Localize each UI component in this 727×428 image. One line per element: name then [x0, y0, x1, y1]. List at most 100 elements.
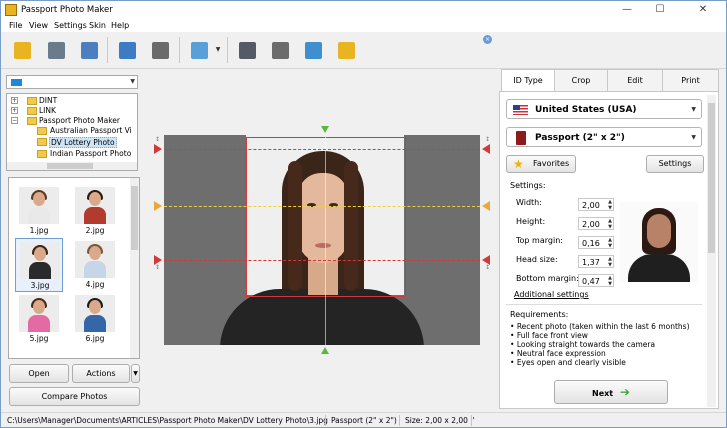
height-spinner[interactable]: 2,00 ▲ ▼ — [578, 217, 614, 230]
collapse-icon[interactable]: − — [11, 117, 18, 124]
scrollbar-thumb[interactable] — [47, 163, 93, 169]
tab-crop[interactable]: Crop — [554, 69, 608, 91]
menu-file[interactable]: File — [9, 21, 22, 30]
head-size-spinner[interactable]: 1,37 ▲ ▼ — [578, 255, 614, 268]
actions-button[interactable]: Actions — [72, 364, 130, 383]
photo-thumbnail[interactable]: 6.jpg — [71, 292, 119, 346]
open-button[interactable] — [7, 35, 36, 64]
close-button[interactable]: ✕ — [681, 1, 725, 20]
expand-icon[interactable]: + — [11, 107, 18, 114]
horizontal-scrollbar[interactable] — [7, 162, 137, 170]
open-photo-button[interactable]: Open — [9, 364, 69, 383]
compare-photos-button[interactable]: Compare Photos — [9, 387, 140, 406]
thumbnail-image — [75, 295, 115, 332]
tab-edit[interactable]: Edit — [607, 69, 663, 91]
resize-arrows-icon: ↕ — [485, 136, 491, 143]
bottom-center-marker-icon[interactable] — [321, 347, 329, 354]
menu-skin[interactable]: Skin — [89, 21, 106, 30]
thumbnail-image — [19, 295, 59, 332]
additional-settings-link[interactable]: Additional settings — [514, 290, 589, 299]
spinner-arrows-icon[interactable]: ▲ ▼ — [608, 218, 612, 230]
spinner-arrows-icon[interactable]: ▲ ▼ — [608, 256, 612, 268]
tree-item[interactable]: + LINK — [7, 106, 137, 116]
country-select[interactable]: United States (USA) ▼ — [506, 99, 702, 119]
save-button[interactable] — [41, 35, 70, 64]
status-divider — [471, 415, 472, 426]
photo-thumbnail[interactable]: 4.jpg — [71, 238, 119, 292]
center-guide-line — [325, 137, 326, 345]
spinner-arrows-icon[interactable]: ▲ ▼ — [608, 275, 612, 287]
image-edit-icon — [191, 42, 208, 59]
eye-marker-left-icon[interactable] — [154, 201, 162, 211]
image-edit-dropdown[interactable]: ▼ — [213, 35, 223, 64]
chin-guide-line — [164, 260, 480, 261]
actions-dropdown[interactable]: ▼ — [131, 364, 140, 383]
image-edit-button[interactable] — [184, 35, 213, 64]
photo-thumbnail[interactable]: 2.jpg — [71, 184, 119, 238]
top-margin-spinner[interactable]: 0,16 ▲ ▼ — [578, 236, 614, 249]
top-marker-right-icon[interactable] — [482, 144, 490, 154]
tree-item-label: LINK — [39, 106, 56, 115]
maximize-button[interactable]: ☐ — [646, 1, 674, 20]
scrollbar-thumb[interactable] — [131, 186, 138, 250]
help-button[interactable] — [232, 35, 261, 64]
website-button[interactable] — [298, 35, 327, 64]
vertical-scrollbar[interactable] — [707, 95, 716, 407]
globe-icon — [305, 42, 322, 59]
tree-item-selected[interactable]: DV Lottery Photo — [7, 137, 137, 148]
vertical-scrollbar[interactable] — [130, 178, 139, 358]
menu-help[interactable]: Help — [111, 21, 129, 30]
buy-button[interactable] — [331, 35, 360, 64]
folder-icon — [27, 117, 37, 125]
app-logo-icon — [5, 4, 17, 16]
toolbar: ▼ × — [1, 32, 726, 69]
photo-thumbnail[interactable]: 5.jpg — [15, 292, 63, 346]
crop-frame[interactable] — [246, 137, 406, 297]
bottom-margin-spinner[interactable]: 0,47 ▲ ▼ — [578, 274, 614, 287]
tree-item[interactable]: − Passport Photo Maker — [7, 116, 137, 126]
menu-view[interactable]: View — [29, 21, 48, 30]
photo-thumbnail-selected[interactable]: 3.jpg — [15, 238, 63, 292]
folder-icon — [37, 150, 47, 158]
folder-icon — [37, 138, 47, 146]
tab-print[interactable]: Print — [662, 69, 719, 91]
top-center-marker-icon[interactable] — [321, 126, 329, 133]
expand-icon[interactable]: + — [11, 97, 18, 104]
field-label: Top margin: — [516, 236, 563, 245]
photo-grid: 1.jpg 2.jpg 3.jpg 4.jpg 5.jpg 6.jpg — [8, 177, 140, 359]
eye-marker-right-icon[interactable] — [482, 201, 490, 211]
width-spinner[interactable]: 2,00 ▲ ▼ — [578, 198, 614, 211]
close-info-icon[interactable]: × — [483, 35, 492, 44]
status-divider — [399, 415, 400, 426]
favorites-button[interactable]: ★ Favorites — [506, 155, 576, 173]
top-marker-left-icon[interactable] — [154, 144, 162, 154]
tree-item[interactable]: + DINT — [7, 96, 137, 106]
camera-button[interactable] — [145, 35, 174, 64]
save-icon — [48, 42, 65, 59]
video-button[interactable] — [265, 35, 294, 64]
settings-button[interactable]: Settings — [646, 155, 704, 173]
document-select[interactable]: Passport (2" x 2") ▼ — [506, 127, 702, 147]
tree-item-label: Australian Passport Vi — [50, 126, 132, 135]
status-size: Size: 2,00 x 2,00 '' — [405, 416, 475, 425]
thumbnail-caption: 3.jpg — [30, 281, 50, 290]
menu-settings[interactable]: Settings — [54, 21, 87, 30]
tab-id-type[interactable]: ID Type — [501, 69, 555, 92]
scrollbar-thumb[interactable] — [708, 103, 715, 253]
open-folder-icon — [14, 42, 31, 59]
minimize-button[interactable]: — — [613, 1, 641, 20]
photo-thumbnail[interactable]: 1.jpg — [15, 184, 63, 238]
chevron-down-icon: ▼ — [691, 106, 696, 113]
folder-icon — [11, 79, 22, 86]
print-button[interactable] — [74, 35, 103, 64]
field-label: Bottom margin: — [516, 274, 579, 283]
folder-select[interactable]: ▼ — [6, 75, 138, 89]
user-button[interactable] — [112, 35, 141, 64]
spinner-arrows-icon[interactable]: ▲ ▼ — [608, 237, 612, 249]
right-panel: ID Type Crop Edit Print United States (U… — [499, 69, 721, 411]
tree-item[interactable]: Australian Passport Vi — [7, 126, 137, 136]
tree-item[interactable]: Indian Passport Photo — [7, 149, 137, 159]
spinner-arrows-icon[interactable]: ▲ ▼ — [608, 199, 612, 211]
document-value: Passport (2" x 2") — [535, 133, 625, 143]
next-button[interactable]: Next ➔ — [554, 380, 668, 404]
